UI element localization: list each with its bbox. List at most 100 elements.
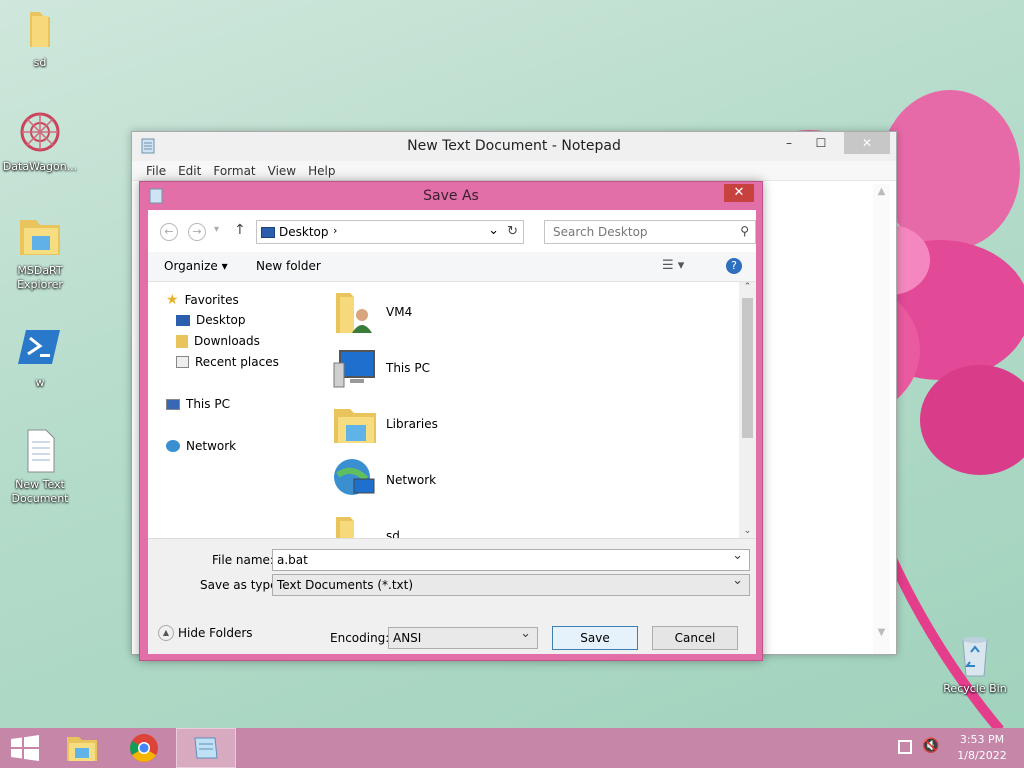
- taskbar-chrome[interactable]: [114, 728, 174, 768]
- encoding-select[interactable]: ANSI: [388, 626, 538, 649]
- close-button[interactable]: ✕: [844, 132, 890, 154]
- organize-button[interactable]: Organize ▾: [164, 259, 228, 273]
- menu-edit[interactable]: Edit: [172, 161, 207, 180]
- network-icon: [334, 459, 375, 495]
- address-bar[interactable]: Desktop › ⌄ ↻: [256, 220, 524, 244]
- command-toolbar: Organize ▾ New folder ☰ ▾ ?: [148, 252, 756, 282]
- powershell-icon: [18, 330, 60, 364]
- desktop-icon-new-text[interactable]: New Text Document: [0, 428, 80, 506]
- file-item-this-pc[interactable]: This PC: [332, 341, 430, 395]
- nav-downloads[interactable]: Downloads: [176, 334, 260, 348]
- taskbar-notepad[interactable]: [176, 728, 236, 768]
- help-icon[interactable]: ?: [726, 258, 742, 274]
- navigation-pane: ★ Favorites Desktop Downloads Recent plac…: [148, 282, 318, 538]
- desktop-location-icon: [261, 227, 275, 238]
- desktop-icon-msdart[interactable]: MSDaRT Explorer: [0, 214, 80, 292]
- desktop-icon-label: MSDaRT Explorer: [17, 264, 63, 291]
- notepad-scrollbar[interactable]: ▲ ▼: [873, 184, 890, 654]
- file-explorer-icon: [67, 737, 97, 761]
- address-dropdown-icon[interactable]: ⌄: [488, 223, 499, 238]
- close-dialog-button[interactable]: ✕: [724, 184, 754, 202]
- back-button[interactable]: ←: [160, 223, 178, 241]
- recent-places-icon: [176, 356, 189, 368]
- menu-help[interactable]: Help: [302, 161, 341, 180]
- nav-label: Downloads: [194, 334, 260, 348]
- filename-input[interactable]: a.bat: [272, 548, 750, 571]
- desktop-icon-label: w: [35, 376, 45, 389]
- clock[interactable]: 3:53 PM 1/8/2022: [950, 732, 1014, 764]
- search-placeholder: Search Desktop: [553, 225, 648, 239]
- file-list-scrollbar[interactable]: ⌃ ⌄: [739, 282, 756, 538]
- file-name: sd: [386, 529, 400, 538]
- nav-label: Recent places: [195, 355, 279, 369]
- file-name: VM4: [386, 305, 413, 319]
- forward-button[interactable]: →: [188, 223, 206, 241]
- save-as-type-label: Save as type:: [200, 578, 282, 592]
- hide-folders-label: Hide Folders: [178, 626, 253, 640]
- file-item-network[interactable]: Network: [332, 453, 436, 507]
- datawagon-app-icon: [20, 112, 60, 152]
- encoding-value: ANSI: [393, 631, 422, 645]
- clock-time: 3:53 PM: [959, 733, 1005, 746]
- new-folder-button[interactable]: New folder: [256, 259, 321, 273]
- save-as-type-value: Text Documents (*.txt): [277, 578, 414, 592]
- downloads-icon: [176, 334, 188, 348]
- breadcrumb-chevron-icon[interactable]: ›: [333, 224, 337, 237]
- nav-this-pc[interactable]: This PC: [166, 397, 230, 411]
- notepad-titlebar[interactable]: New Text Document - Notepad – ☐ ✕: [132, 132, 896, 161]
- address-bar-row: ← → ▾ ↑ Desktop › ⌄ ↻ Search Desktop ⚲: [160, 220, 756, 244]
- network-tray-icon[interactable]: [898, 740, 912, 754]
- user-folder-icon: [336, 293, 372, 333]
- taskbar-file-explorer[interactable]: [52, 728, 112, 768]
- scrollbar-thumb[interactable]: [742, 298, 753, 438]
- nav-recent-places[interactable]: Recent places: [176, 355, 279, 369]
- maximize-button[interactable]: ☐: [798, 132, 844, 154]
- hide-folders-button[interactable]: ▲ Hide Folders: [158, 625, 253, 641]
- volume-muted-icon[interactable]: 🔇: [922, 738, 939, 754]
- desktop-icon-sd[interactable]: sd: [0, 6, 80, 70]
- notepad-menubar: File Edit Format View Help: [132, 161, 896, 181]
- nav-label: Desktop: [196, 313, 246, 327]
- nav-desktop[interactable]: Desktop: [176, 313, 246, 327]
- start-button[interactable]: [0, 728, 50, 768]
- desktop-icon-label: Recycle Bin: [943, 682, 1007, 695]
- windows-logo-icon: [11, 735, 39, 761]
- save-button[interactable]: Save: [552, 626, 638, 650]
- taskbar: 🔇 3:53 PM 1/8/2022: [0, 728, 1024, 768]
- up-arrow-icon[interactable]: ↑: [234, 222, 246, 238]
- cancel-button[interactable]: Cancel: [652, 626, 738, 650]
- menu-format[interactable]: Format: [207, 161, 261, 180]
- save-as-type-select[interactable]: Text Documents (*.txt): [272, 573, 750, 596]
- save-as-dialog: Save As ✕ ← → ▾ ↑ Desktop › ⌄ ↻ Search D…: [139, 181, 763, 661]
- address-text: Desktop: [279, 225, 329, 239]
- recycle-bin-icon: [962, 637, 988, 677]
- menu-file[interactable]: File: [140, 161, 172, 180]
- folder-icon: [336, 517, 354, 538]
- nav-favorites[interactable]: ★ Favorites: [166, 292, 239, 308]
- menu-view[interactable]: View: [262, 161, 302, 180]
- file-item-sd[interactable]: sd: [332, 509, 400, 538]
- filename-label: File name:: [212, 553, 274, 567]
- search-input[interactable]: Search Desktop ⚲: [544, 220, 756, 244]
- star-icon: ★: [166, 292, 179, 308]
- view-options-icon[interactable]: ☰ ▾: [662, 258, 684, 273]
- file-item-libraries[interactable]: Libraries: [332, 397, 438, 451]
- desktop-icon-label: DataWagon...: [2, 160, 78, 173]
- desktop-icon-label: sd: [33, 56, 47, 69]
- file-name: This PC: [386, 361, 430, 375]
- desktop-icon-w[interactable]: w: [0, 326, 80, 390]
- chrome-icon: [130, 734, 158, 762]
- file-name: Libraries: [386, 417, 438, 431]
- desktop-icon-datawagon[interactable]: DataWagon...: [0, 110, 80, 174]
- refresh-icon[interactable]: ↻: [507, 224, 518, 239]
- desktop-icon-recycle-bin[interactable]: Recycle Bin: [935, 632, 1015, 696]
- desktop-icon: [176, 314, 190, 326]
- search-icon: ⚲: [740, 224, 749, 238]
- nav-label: This PC: [186, 397, 230, 411]
- recent-locations-icon[interactable]: ▾: [214, 224, 219, 235]
- save-as-titlebar[interactable]: Save As ✕: [140, 182, 762, 210]
- file-item-vm4[interactable]: VM4: [332, 285, 412, 339]
- nav-network[interactable]: Network: [166, 439, 236, 453]
- computer-icon: [166, 398, 180, 410]
- libraries-icon: [334, 409, 376, 443]
